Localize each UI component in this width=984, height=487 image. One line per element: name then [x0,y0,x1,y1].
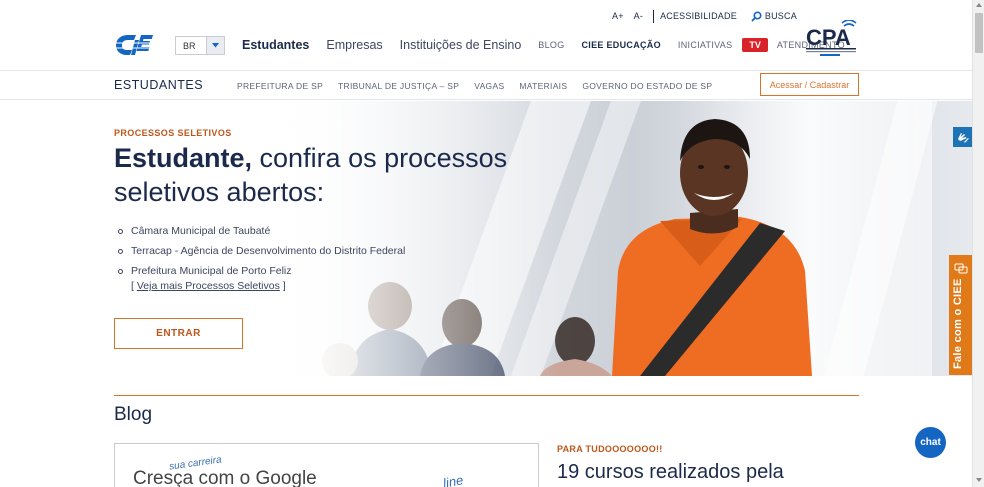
utility-bar: A+ A- ACESSIBILIDADE BUSCA [612,8,807,24]
search-icon [751,10,762,22]
see-more-link[interactable]: Veja mais Processos Seletivos [137,280,280,292]
subnav-links: PREFEITURA DE SP TRIBUNAL DE JUSTIÇA – S… [237,81,727,91]
blog-image-text-main: Cresça com o Google [133,468,317,487]
search-button[interactable]: BUSCA [751,10,807,22]
nav-iniciativas[interactable]: INICIATIVAS [678,40,732,50]
subnav-materiais[interactable]: MATERIAIS [519,81,567,91]
blog-divider [114,395,859,396]
blog-image-text-accent: line [441,472,465,487]
main-nav: Estudantes Empresas Instituições de Ensi… [242,36,862,54]
list-item[interactable]: Terracap - Agência de Desenvolvimento do… [118,241,405,261]
list-item-label: Terracap - Agência de Desenvolvimento do… [131,245,406,257]
nav-empresas[interactable]: Empresas [326,38,382,52]
cpa-logo-text: CPA [806,25,851,50]
contact-ciee-label: Fale com o CIEE [952,278,964,369]
blog-post-kicker: PARA TUDOOOOOOO!! [557,444,663,454]
scrollbar-thumb[interactable] [975,13,983,53]
bullet-icon [118,248,123,254]
blog-heading: Blog [114,404,153,425]
subnav-tribunal-justica[interactable]: TRIBUNAL DE JUSTIÇA – SP [338,81,459,91]
list-item-label: Câmara Municipal de Taubaté [131,225,271,237]
nav-estudantes[interactable]: Estudantes [242,38,309,52]
section-subnav: ESTUDANTES PREFEITURA DE SP TRIBUNAL DE … [0,71,972,100]
list-item-label: Prefeitura Municipal de Porto Feliz [131,265,292,277]
nav-instituicoes[interactable]: Instituições de Ensino [400,38,522,52]
bullet-icon [118,268,123,274]
bullet-icon [118,228,123,234]
site-header: A+ A- ACESSIBILIDADE BUSCA BR Estudantes… [0,0,972,71]
cpa-logo[interactable]: CPA [806,20,858,58]
subnav-prefeitura-sp[interactable]: PREFEITURA DE SP [237,81,323,91]
chat-button[interactable]: chat [915,427,946,458]
selection-process-list: Câmara Municipal de Taubaté Terracap - A… [118,221,405,281]
language-select[interactable]: BR [175,36,225,55]
blog-post-title[interactable]: 19 cursos realizados pela [557,461,784,484]
scroll-down-arrow-icon[interactable] [976,478,982,482]
subnav-vagas[interactable]: VAGAS [474,81,504,91]
list-item[interactable]: Prefeitura Municipal de Porto Feliz [118,261,405,281]
language-value: BR [183,40,196,51]
caret-down-icon [212,43,219,48]
hero-kicker: PROCESSOS SELETIVOS [114,128,232,138]
hero-banner: PROCESSOS SELETIVOS Estudante, confira o… [0,101,972,376]
subnav-governo-sp[interactable]: GOVERNO DO ESTADO DE SP [582,81,712,91]
enter-button[interactable]: ENTRAR [114,318,243,349]
nav-ciee-educacao[interactable]: CIEE EDUCAÇÃO [582,40,661,50]
list-item[interactable]: Câmara Municipal de Taubaté [118,221,405,241]
login-register-button[interactable]: Acessar / Cadastrar [760,73,859,96]
utility-divider [653,9,655,23]
libras-accessibility-button[interactable] [953,127,973,147]
see-more-wrapper: [ Veja mais Processos Seletivos ] [131,280,286,292]
font-decrease-button[interactable]: A- [634,11,643,21]
font-increase-button[interactable]: A+ [612,11,624,21]
nav-tv[interactable]: TV [742,38,768,52]
blog-card-image[interactable]: sua carreira Cresça com o Google line [114,443,539,487]
hero-headline: Estudante, confira os processos seletivo… [114,141,534,209]
hero-headline-bold: Estudante, [114,143,253,173]
nav-blog[interactable]: BLOG [538,40,564,50]
page-scrollbar[interactable] [972,0,984,487]
ciee-logo-icon[interactable] [114,32,154,58]
see-more-bracket-close: ] [279,280,286,292]
contact-ciee-tab[interactable]: Fale com o CIEE [949,255,973,375]
section-title: ESTUDANTES [114,78,204,92]
language-dropdown-button[interactable] [206,37,224,54]
search-label: BUSCA [764,11,797,21]
sign-language-hands-icon [958,133,969,143]
chat-bubbles-icon [954,263,968,274]
scroll-up-arrow-icon[interactable] [976,3,982,7]
accessibility-link[interactable]: ACESSIBILIDADE [660,11,737,21]
